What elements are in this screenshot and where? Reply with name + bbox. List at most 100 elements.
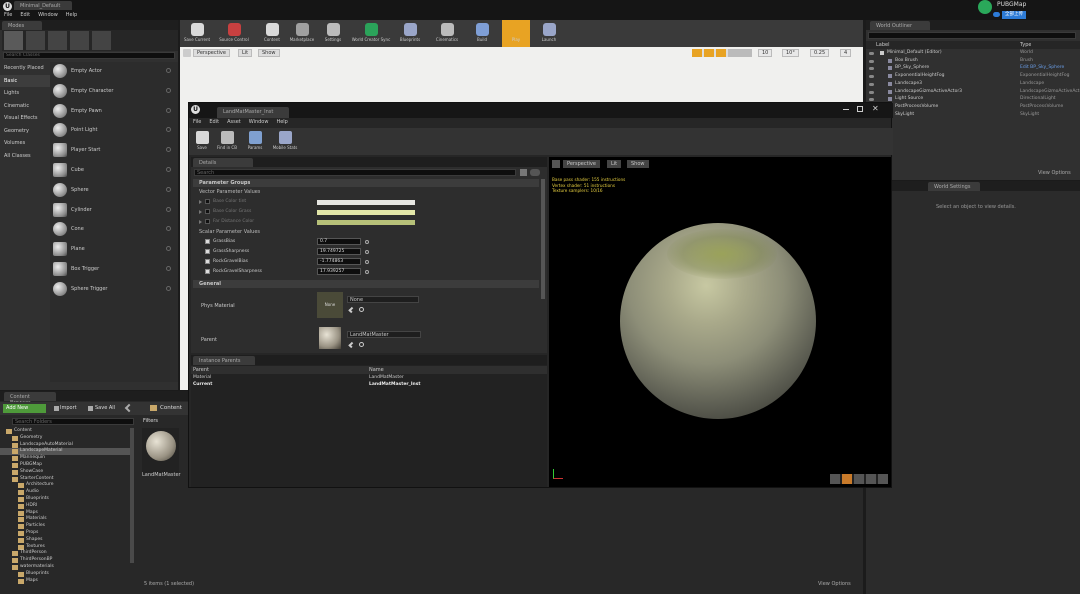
- mode-category-all-classes[interactable]: All Classes: [0, 150, 50, 162]
- scalar-param-value[interactable]: 0.7: [317, 238, 361, 245]
- outliner-label-header[interactable]: Label: [876, 42, 890, 48]
- mode-category-lights[interactable]: Lights: [0, 87, 50, 99]
- instance-parents-tab[interactable]: Instance Parents: [193, 356, 255, 365]
- toolbar-source-control-button[interactable]: Source Control: [214, 20, 254, 47]
- transform-mode-icons[interactable]: [692, 49, 752, 57]
- preview-viewport[interactable]: Perspective Lit Show Base pass shader: 1…: [549, 157, 891, 487]
- general-header[interactable]: General: [193, 280, 539, 288]
- material-toolbar-params-button[interactable]: Params: [244, 128, 266, 155]
- vector-header[interactable]: Vector Parameter Values: [199, 189, 260, 195]
- material-toolbar-mobile-stats-button[interactable]: Mobile Stats: [269, 128, 301, 155]
- preview-dropdown-icon[interactable]: [552, 160, 560, 168]
- outliner-view-options[interactable]: View Options: [1038, 170, 1071, 176]
- material-menu-file[interactable]: File: [193, 119, 201, 127]
- reset-arrow-icon[interactable]: [365, 250, 369, 254]
- geometry-mode-icon[interactable]: [92, 31, 111, 50]
- use-selected-icon[interactable]: [348, 306, 355, 314]
- level-tab[interactable]: Minimal_Default: [14, 1, 72, 10]
- reset-arrow-icon[interactable]: [365, 240, 369, 244]
- toolbar-save-current-button[interactable]: Save Current: [182, 20, 212, 47]
- info-icon[interactable]: [166, 246, 171, 252]
- toolbar-content-button[interactable]: Content: [260, 20, 284, 47]
- asset-thumbnail[interactable]: [142, 428, 179, 473]
- mode-item[interactable]: Cylinder: [50, 201, 178, 220]
- import-button[interactable]: Import: [60, 405, 77, 411]
- parent-dropdown[interactable]: LandMatMaster: [347, 331, 421, 338]
- override-checkbox[interactable]: [205, 239, 210, 244]
- mode-item[interactable]: Sphere Trigger: [50, 280, 178, 299]
- property-matrix-icon[interactable]: [520, 169, 527, 176]
- content-browser-tab[interactable]: Content Browser: [4, 392, 56, 406]
- outliner-type-header[interactable]: Type: [1020, 42, 1031, 48]
- mode-item[interactable]: Player Start: [50, 141, 178, 160]
- menu-window[interactable]: Window: [38, 12, 58, 19]
- parent-use-selected-icon[interactable]: [348, 341, 355, 349]
- info-icon[interactable]: [166, 226, 171, 232]
- scale-snap-value[interactable]: 0.25: [810, 49, 830, 57]
- nav-back-icon[interactable]: [124, 403, 134, 413]
- browse-icon[interactable]: [359, 307, 364, 312]
- minimize-icon[interactable]: [843, 109, 849, 110]
- info-icon[interactable]: [166, 285, 171, 291]
- toolbar-play-button[interactable]: Play: [502, 20, 530, 47]
- material-menu-edit[interactable]: Edit: [209, 119, 219, 127]
- outliner-row[interactable]: BP_Sky_Sphere Edit BP_Sky_Sphere: [866, 65, 1080, 72]
- visibility-eye-icon[interactable]: [869, 90, 874, 94]
- visibility-eye-icon[interactable]: [869, 98, 874, 102]
- instance-row[interactable]: Material LandMatMaster: [191, 375, 547, 382]
- upload-badge[interactable]: 全部上传: [1002, 11, 1026, 19]
- toolbar-settings-button[interactable]: Settings: [320, 20, 346, 47]
- expand-arrow-icon[interactable]: [199, 220, 202, 224]
- scalar-param-value[interactable]: -1.774863: [317, 258, 361, 265]
- tree-scrollbar[interactable]: [130, 428, 134, 563]
- scalar-param-value[interactable]: 17.939257: [317, 268, 361, 275]
- override-checkbox[interactable]: [205, 219, 210, 224]
- material-menu-window[interactable]: Window: [249, 119, 269, 127]
- menu-edit[interactable]: Edit: [20, 12, 30, 19]
- mode-category-volumes[interactable]: Volumes: [0, 137, 50, 149]
- search-folders-input[interactable]: Search Folders: [12, 418, 134, 425]
- mode-item[interactable]: Empty Pawn: [50, 102, 178, 121]
- rotation-snap-value[interactable]: 10°: [782, 49, 799, 57]
- details-tab[interactable]: Details: [193, 158, 253, 167]
- phys-material-thumb[interactable]: None: [317, 292, 343, 318]
- maximize-icon[interactable]: [857, 106, 863, 112]
- toolbar-build-button[interactable]: Build: [468, 20, 496, 47]
- instance-row[interactable]: Current LandMatMaster_Inst: [191, 382, 547, 389]
- override-checkbox[interactable]: [205, 259, 210, 264]
- mode-item[interactable]: Box Trigger: [50, 260, 178, 279]
- outliner-row[interactable]: PostProcessVolume PostProcessVolume: [866, 104, 1080, 111]
- grid-snap-value[interactable]: 10: [758, 49, 773, 57]
- outliner-row[interactable]: ExponentialHeightFog ExponentialHeightFog: [866, 73, 1080, 80]
- mode-category-geometry[interactable]: Geometry: [0, 125, 50, 137]
- viewport-perspective-button[interactable]: Perspective: [193, 49, 230, 57]
- material-menu-help[interactable]: Help: [276, 119, 287, 127]
- mode-category-recently-placed[interactable]: Recently Placed: [0, 62, 50, 74]
- material-toolbar-find-in-cb-button[interactable]: Find in CB: [214, 128, 240, 155]
- foliage-mode-icon[interactable]: [70, 31, 89, 50]
- expand-arrow-icon[interactable]: [199, 200, 202, 204]
- viewport-lit-button[interactable]: Lit: [238, 49, 253, 57]
- info-icon[interactable]: [166, 68, 171, 73]
- toolbar-blueprints-button[interactable]: Blueprints: [395, 20, 425, 47]
- visibility-eye-icon[interactable]: [869, 59, 874, 63]
- close-icon[interactable]: ✕: [872, 104, 881, 113]
- visibility-eye-icon[interactable]: [869, 67, 874, 71]
- mode-category-cinematic[interactable]: Cinematic: [0, 100, 50, 112]
- eye-icon[interactable]: [530, 169, 540, 176]
- visibility-eye-icon[interactable]: [869, 82, 874, 86]
- visibility-eye-icon[interactable]: [869, 52, 874, 55]
- info-icon[interactable]: [166, 266, 171, 271]
- outliner-row[interactable]: Minimal_Default (Editor) World: [866, 50, 1080, 57]
- toolbar-cinematics-button[interactable]: Cinematics: [430, 20, 464, 47]
- world-outliner-tab[interactable]: World Outliner: [870, 21, 930, 30]
- content-path[interactable]: Content: [160, 405, 182, 411]
- mode-category-visual-effects[interactable]: Visual Effects: [0, 112, 50, 124]
- preview-shape-icons[interactable]: [830, 474, 888, 484]
- outliner-search-input[interactable]: [868, 32, 1076, 39]
- toolbar-marketplace-button[interactable]: Marketplace: [286, 20, 318, 47]
- outliner-row[interactable]: Landscape3 Landscape: [866, 81, 1080, 88]
- preview-show-button[interactable]: Show: [627, 160, 649, 168]
- mode-item[interactable]: Point Light: [50, 121, 178, 140]
- place-mode-icon[interactable]: [4, 31, 23, 50]
